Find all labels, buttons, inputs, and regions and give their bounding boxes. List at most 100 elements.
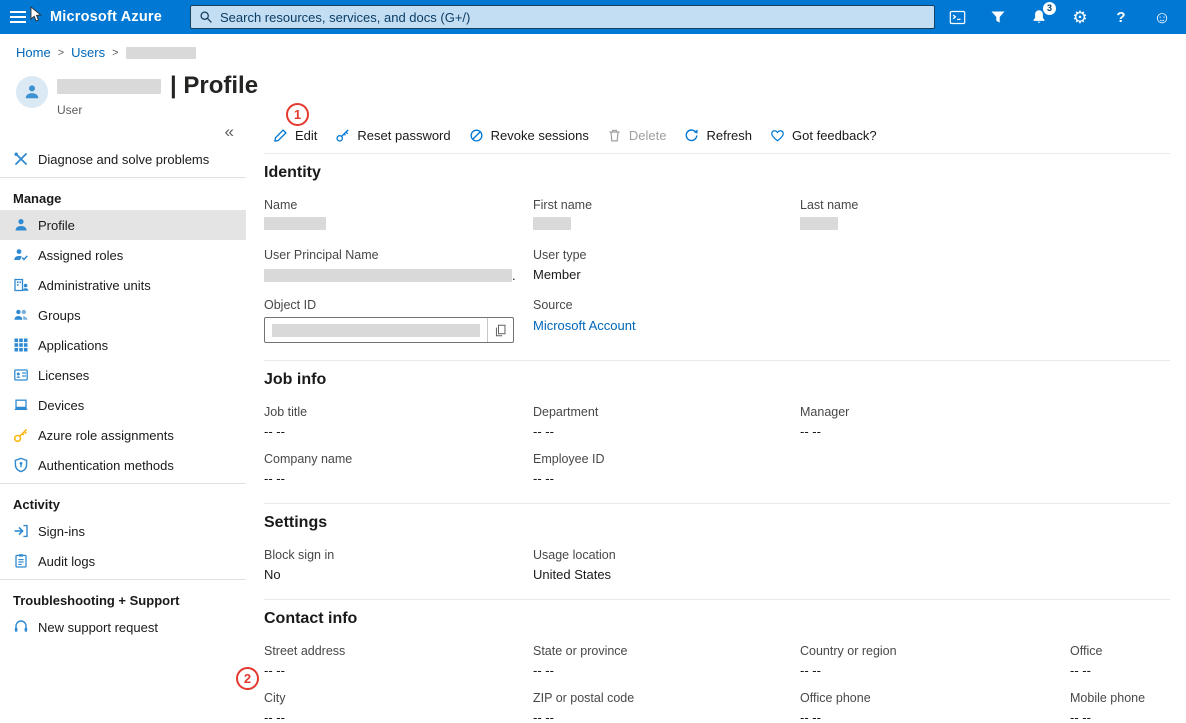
directory-filter-icon[interactable] — [988, 7, 1008, 27]
field-value: -- -- — [264, 471, 533, 486]
field-label: User type — [533, 248, 800, 262]
upn-suffix: . — [512, 268, 516, 283]
edit-button[interactable]: Edit — [264, 124, 326, 147]
field-country-region: Country or region -- -- — [800, 644, 1070, 678]
sidebar-item-azure-role-assignments[interactable]: Azure role assignments — [0, 420, 246, 450]
field-department: Department -- -- — [533, 405, 800, 439]
devices-icon — [13, 397, 29, 413]
source-microsoft-account-link[interactable]: Microsoft Account — [533, 318, 636, 333]
sidebar: « Diagnose and solve problems Manage Pro… — [0, 118, 246, 723]
azure-brand[interactable]: Microsoft Azure — [50, 9, 162, 25]
sidebar-item-label: Azure role assignments — [38, 428, 174, 443]
notifications-bell-icon[interactable]: 3 — [1029, 7, 1049, 27]
field-value: -- -- — [1070, 663, 1170, 678]
page-header: | Profile User — [16, 72, 258, 117]
annotation-step-1: 1 — [286, 103, 309, 126]
sidebar-collapse-button[interactable]: « — [225, 123, 234, 140]
field-value: -- -- — [800, 663, 1070, 678]
sidebar-item-licenses[interactable]: Licenses — [0, 360, 246, 390]
sidebar-item-label: New support request — [38, 620, 158, 635]
breadcrumb-home-link[interactable]: Home — [16, 45, 51, 60]
field-mobile-phone: Mobile phone -- -- — [1070, 691, 1170, 723]
field-label: Manager — [800, 405, 1170, 419]
sidebar-item-applications[interactable]: Applications — [0, 330, 246, 360]
administrative-units-icon — [13, 277, 29, 293]
field-object-id: Object ID — [264, 298, 533, 343]
redacted-value — [264, 217, 326, 230]
object-id-input[interactable] — [264, 317, 514, 343]
got-feedback-button[interactable]: Got feedback? — [761, 124, 886, 147]
assigned-roles-icon — [13, 247, 29, 263]
cloud-shell-icon[interactable] — [947, 7, 967, 27]
user-avatar — [16, 76, 48, 108]
feedback-smiley-icon[interactable]: ☺ — [1152, 7, 1172, 27]
field-state-province: State or province -- -- — [533, 644, 800, 678]
identity-section: Identity Name First name Last name User … — [264, 154, 1170, 361]
sidebar-item-administrative-units[interactable]: Administrative units — [0, 270, 246, 300]
button-label: Delete — [629, 128, 667, 143]
refresh-button[interactable]: Refresh — [675, 124, 761, 147]
revoke-block-icon — [469, 128, 484, 143]
audit-logs-icon — [13, 553, 29, 569]
breadcrumb-users-link[interactable]: Users — [71, 45, 105, 60]
breadcrumb: Home > Users > — [16, 45, 196, 60]
field-block-sign-in: Block sign in No — [264, 548, 533, 582]
global-search[interactable] — [190, 5, 935, 29]
revoke-sessions-button[interactable]: Revoke sessions — [460, 124, 598, 147]
field-label: Department — [533, 405, 800, 419]
groups-icon — [13, 307, 29, 323]
page-subtitle: User — [57, 103, 258, 117]
field-label: Last name — [800, 198, 1170, 212]
sidebar-item-devices[interactable]: Devices — [0, 390, 246, 420]
field-label: Company name — [264, 452, 533, 466]
field-label: User Principal Name — [264, 248, 533, 262]
annotation-step-2: 2 — [236, 667, 259, 690]
main-content: Edit Reset password Revoke sessions — [246, 118, 1186, 723]
field-label: Country or region — [800, 644, 1070, 658]
command-toolbar: Edit Reset password Revoke sessions — [264, 118, 1170, 154]
help-icon[interactable]: ? — [1111, 7, 1131, 27]
button-label: Got feedback? — [792, 128, 877, 143]
field-last-name: Last name — [800, 198, 1170, 235]
search-icon — [199, 10, 213, 24]
copy-button[interactable] — [487, 318, 513, 342]
field-value: -- -- — [264, 424, 533, 439]
field-office-phone: Office phone -- -- — [800, 691, 1070, 723]
field-label: First name — [533, 198, 800, 212]
field-street-address: Street address -- -- — [264, 644, 533, 678]
job-info-section-title: Job info — [264, 371, 1170, 389]
sidebar-item-authentication-methods[interactable]: Authentication methods — [0, 450, 246, 480]
sidebar-item-assigned-roles[interactable]: Assigned roles — [0, 240, 246, 270]
settings-gear-icon[interactable]: ⚙ — [1070, 7, 1090, 27]
sidebar-item-new-support-request[interactable]: New support request — [0, 612, 246, 642]
reset-password-button[interactable]: Reset password — [326, 124, 459, 147]
sidebar-item-label: Licenses — [38, 368, 89, 383]
field-source: Source Microsoft Account — [533, 298, 800, 343]
field-label: Object ID — [264, 298, 533, 312]
divider — [0, 579, 246, 580]
field-employee-id: Employee ID -- -- — [533, 452, 800, 486]
field-label: Office phone — [800, 691, 1070, 705]
sidebar-item-sign-ins[interactable]: Sign-ins — [0, 516, 246, 546]
sidebar-item-label: Diagnose and solve problems — [38, 152, 209, 167]
button-label: Refresh — [706, 128, 752, 143]
button-label: Reset password — [357, 128, 450, 143]
field-value: United States — [533, 567, 800, 582]
breadcrumb-current-redacted — [126, 47, 196, 59]
breadcrumb-separator: > — [112, 47, 118, 59]
trash-icon — [607, 128, 622, 143]
key-icon — [13, 427, 29, 443]
delete-button[interactable]: Delete — [598, 124, 676, 147]
edit-pencil-icon — [273, 128, 288, 143]
sidebar-heading-support: Troubleshooting + Support — [0, 583, 246, 612]
field-label: City — [264, 691, 533, 705]
sidebar-item-groups[interactable]: Groups — [0, 300, 246, 330]
mouse-cursor-icon — [30, 6, 43, 23]
sidebar-item-diagnose[interactable]: Diagnose and solve problems — [0, 144, 246, 174]
search-input[interactable] — [220, 10, 926, 25]
sidebar-item-profile[interactable]: Profile — [0, 210, 246, 240]
field-label: Source — [533, 298, 800, 312]
redacted-value — [272, 324, 480, 337]
sidebar-item-audit-logs[interactable]: Audit logs — [0, 546, 246, 576]
field-manager: Manager -- -- — [800, 405, 1170, 439]
